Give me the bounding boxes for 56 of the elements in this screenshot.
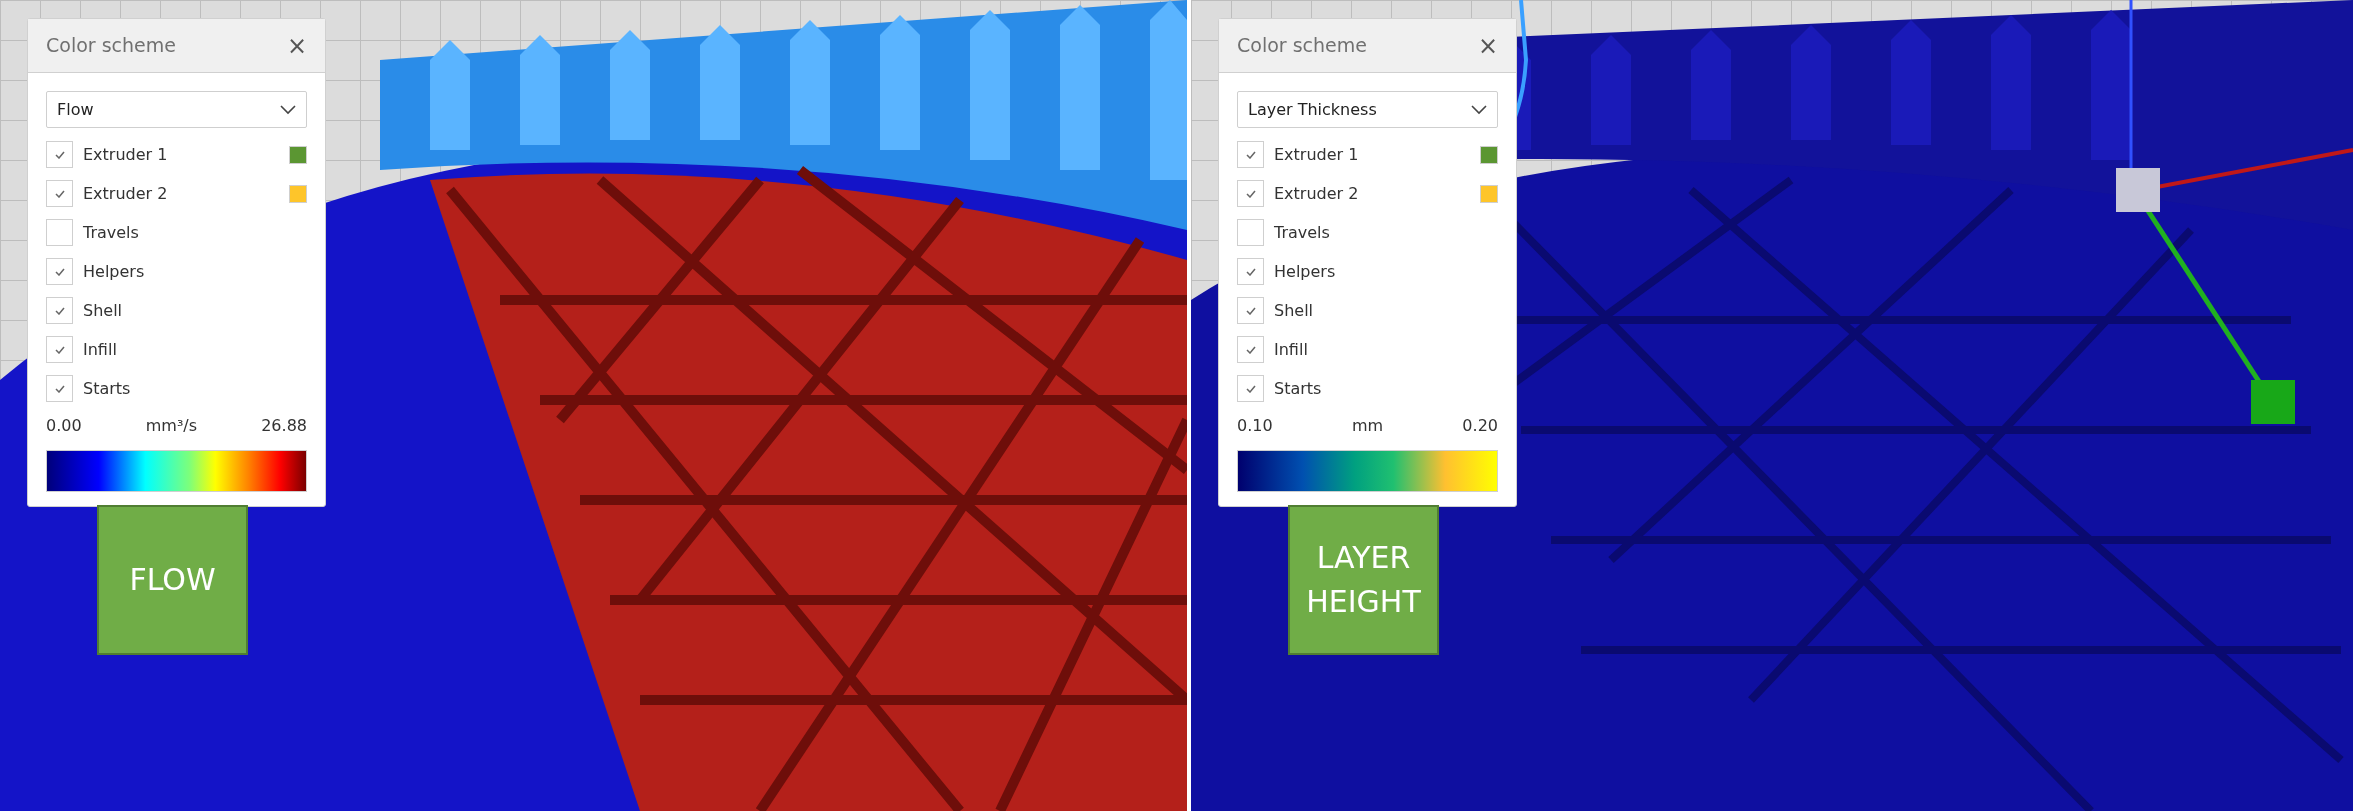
range-max: 26.88 (261, 415, 307, 437)
checkbox[interactable] (1237, 336, 1264, 363)
checkbox[interactable] (1237, 297, 1264, 324)
layer-label: Extruder 2 (1274, 182, 1360, 205)
layer-label: Helpers (1274, 260, 1337, 283)
range-unit: mm³/s (145, 415, 198, 437)
color-scheme-dropdown[interactable]: Layer Thickness (1237, 91, 1498, 128)
check-icon (54, 150, 65, 159)
check-icon (1245, 267, 1256, 276)
layer-label: Shell (1274, 299, 1315, 322)
checkbox[interactable] (46, 336, 73, 363)
checkbox[interactable] (1237, 258, 1264, 285)
layer-label: Travels (1274, 221, 1331, 244)
checkbox[interactable] (1237, 141, 1264, 168)
checkbox[interactable] (46, 180, 73, 207)
layer-label: Infill (83, 338, 118, 361)
checkbox[interactable] (46, 375, 73, 402)
check-icon (54, 345, 65, 354)
range-max: 0.20 (1462, 415, 1498, 437)
check-icon (1245, 345, 1256, 354)
check-icon (1245, 306, 1256, 315)
caption-label: FLOW (97, 505, 248, 655)
checkbox[interactable] (46, 219, 73, 246)
check-icon (54, 267, 65, 276)
panel-title: Color scheme (1237, 33, 1367, 59)
checkbox[interactable] (46, 297, 73, 324)
check-icon (54, 189, 65, 198)
layer-label: Starts (1274, 377, 1323, 400)
check-icon (54, 306, 65, 315)
layer-label: Infill (1274, 338, 1309, 361)
check-icon (1245, 384, 1256, 393)
checkbox[interactable] (46, 258, 73, 285)
check-icon (1245, 189, 1256, 198)
checkbox[interactable] (1237, 180, 1264, 207)
close-button[interactable]: × (1477, 33, 1498, 58)
range-unit: mm (1351, 415, 1384, 437)
caption-label: LAYER HEIGHT (1288, 505, 1439, 655)
layer-label: Helpers (83, 260, 146, 283)
layer-label: Extruder 1 (83, 143, 169, 166)
color-scheme-dropdown[interactable]: Flow (46, 91, 307, 128)
checkbox[interactable] (1237, 375, 1264, 402)
range-min: 0.10 (1237, 415, 1273, 437)
check-icon (1245, 150, 1256, 159)
range-min: 0.00 (46, 415, 82, 437)
layer-label: Shell (83, 299, 124, 322)
checkbox[interactable] (46, 141, 73, 168)
panel-title: Color scheme (46, 33, 176, 59)
checkbox[interactable] (1237, 219, 1264, 246)
check-icon (54, 384, 65, 393)
close-button[interactable]: × (286, 33, 307, 58)
layer-label: Extruder 2 (83, 182, 169, 205)
layer-label: Extruder 1 (1274, 143, 1360, 166)
chevron-down-icon (1471, 104, 1487, 115)
layer-label: Starts (83, 377, 132, 400)
layer-label: Travels (83, 221, 140, 244)
chevron-down-icon (280, 104, 296, 115)
